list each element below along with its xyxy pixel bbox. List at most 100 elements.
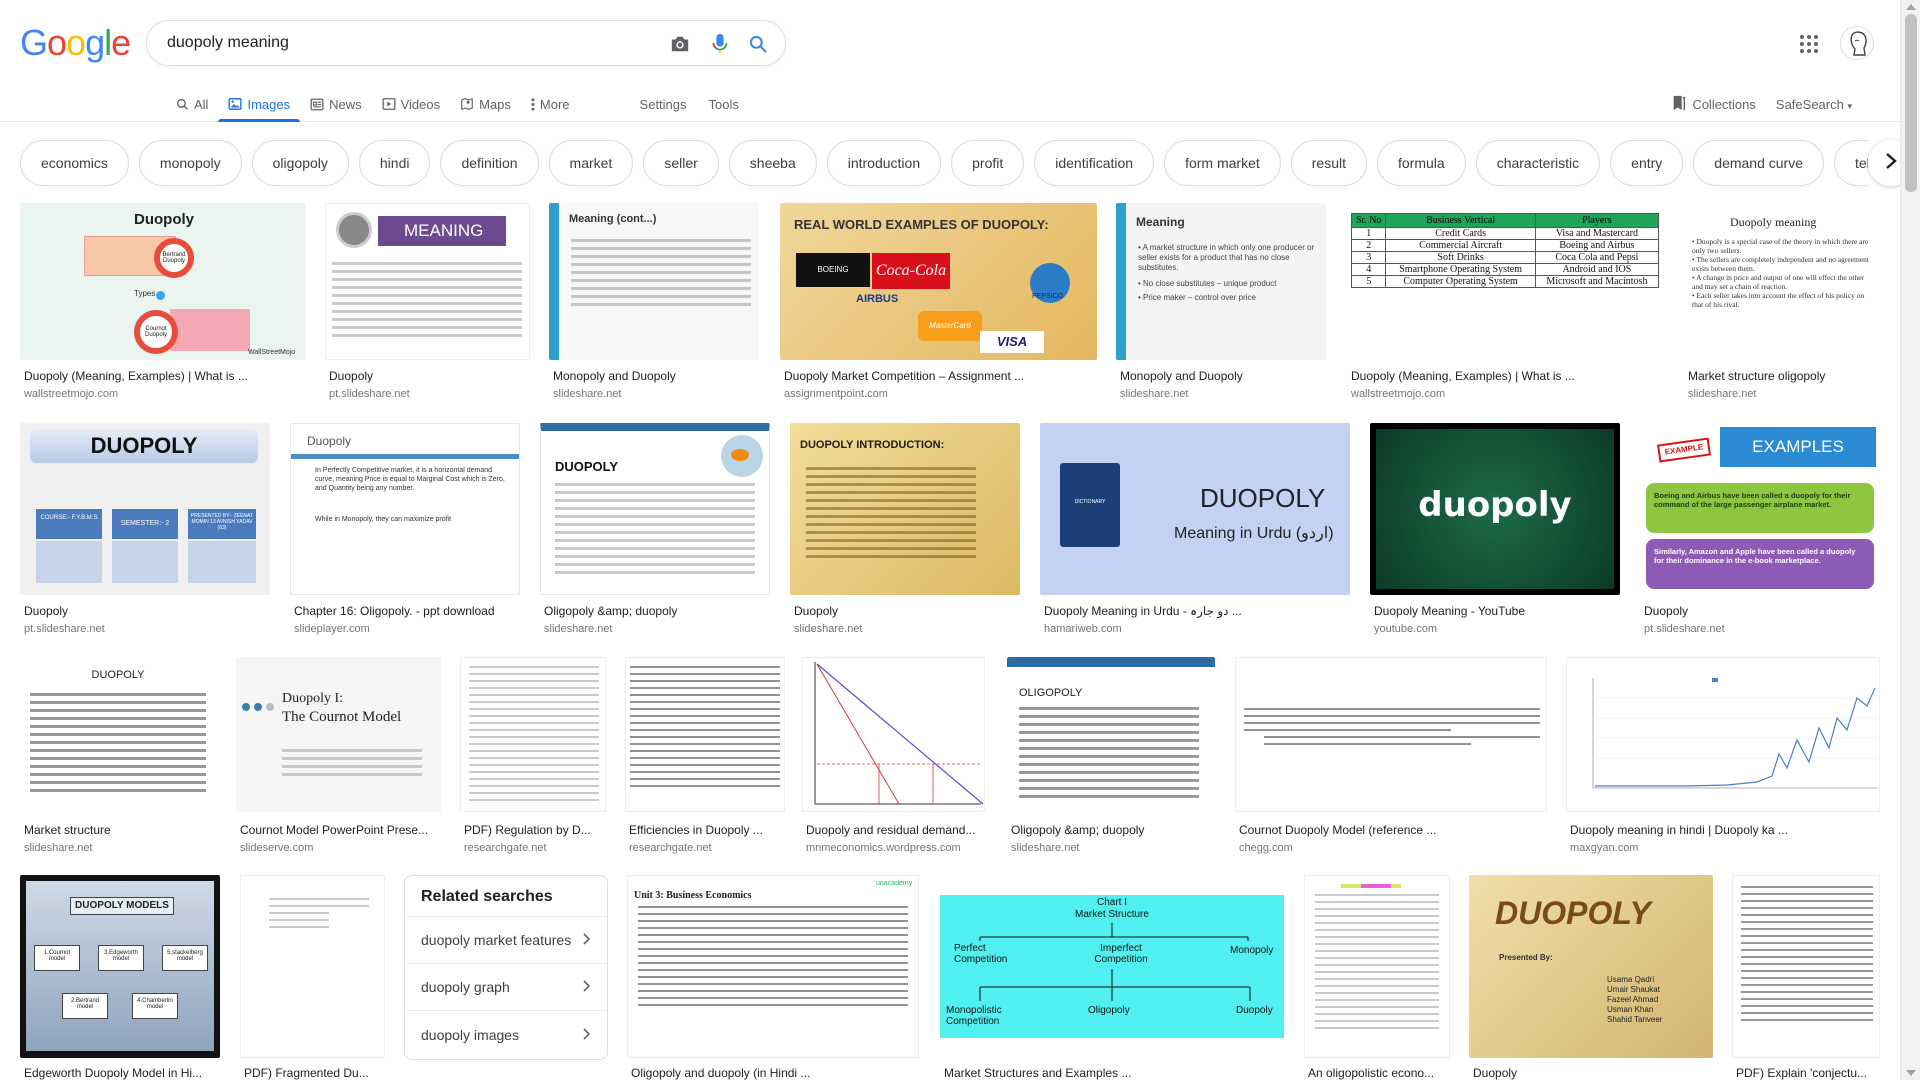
thumb-text: unacademy (876, 880, 913, 887)
tab-more[interactable]: More (521, 86, 580, 122)
tab-settings[interactable]: Settings (640, 86, 687, 122)
image-result[interactable]: Meaning (cont...) Monopoly and Duopoly s… (549, 203, 759, 403)
google-logo[interactable]: Google (20, 22, 131, 64)
thumb-text: Usman Khan (1607, 1005, 1654, 1014)
result-source: slideserve.com (240, 842, 314, 854)
tab-label: Maps (479, 96, 511, 112)
tab-tools[interactable]: Tools (709, 86, 739, 122)
image-result[interactable]: Cournot Duopoly Model (reference ... che… (1235, 657, 1547, 857)
chip[interactable]: hindi (358, 140, 431, 186)
chip[interactable]: characteristic (1475, 140, 1601, 186)
chip[interactable]: introduction (826, 140, 942, 186)
result-title: Duopoly (Meaning, Examples) | What is ..… (24, 369, 248, 383)
image-result[interactable]: EXAMPLES EXAMPLE Boeing and Airbus have … (1640, 423, 1880, 638)
image-result[interactable]: Meaning • A market structure in which on… (1116, 203, 1326, 403)
camera-icon[interactable] (669, 33, 691, 55)
image-result[interactable]: OLIGOPOLY Oligopoly &amp; duopoly slides… (1007, 657, 1215, 857)
chip[interactable]: monopoly (138, 140, 242, 186)
result-title: Market Structures and Examples ... (944, 1066, 1132, 1080)
thumb-text: 2.Bertrand model (62, 993, 108, 1019)
chip[interactable]: definition (440, 140, 539, 186)
chip[interactable]: economics (20, 140, 129, 186)
image-result[interactable]: Duopoly Bertrand Duopoly Types Cournot D… (20, 203, 306, 403)
image-result[interactable]: An oligopolistic econo... (1304, 875, 1450, 1080)
image-result[interactable]: DUOPOLY COURSE:- F.Y.B.M.S SEMESTER:- 2 … (20, 423, 270, 638)
chip[interactable]: identification (1034, 140, 1155, 186)
thumb-text: • A change in price and output of one wi… (1692, 273, 1865, 291)
image-result[interactable]: PDF) Explain 'conjectu... (1732, 875, 1880, 1080)
image-result[interactable]: DICTIONARY DUOPOLY Meaning in Urdu (اردو… (1040, 423, 1350, 638)
account-avatar[interactable] (1840, 26, 1874, 60)
chip[interactable]: sheeba (728, 140, 817, 186)
thumb-text: Business Vertical (1385, 213, 1536, 228)
image-result[interactable]: DUOPOLY Market structure slideshare.net (20, 657, 216, 857)
result-thumbnail (802, 657, 985, 812)
thumb-text: Umair Shaukat (1607, 985, 1660, 994)
image-result[interactable]: Duopoly meaning in hindi | Duopoly ka ..… (1566, 657, 1880, 857)
scrollbar-thumb[interactable] (1905, 14, 1917, 192)
tab-all[interactable]: All (166, 86, 218, 122)
thumb-text: VISA (980, 331, 1044, 353)
chip[interactable]: formula (1377, 140, 1466, 186)
image-result[interactable]: Unit 3: Business Economics unacademy Oli… (627, 875, 919, 1080)
image-result[interactable]: DUOPOLY MODELS 1.Cournot model 3.Edgewor… (20, 875, 220, 1080)
thumb-text: Coca Cola and Pepsi (1534, 251, 1660, 264)
thumb-names: Usama Qadri Umair Shaukat Fazeel Ahmad U… (1607, 975, 1662, 1025)
image-result[interactable]: Duopoly meaning • Duopoly is a special c… (1684, 203, 1880, 403)
thumb-dot (156, 291, 165, 300)
safesearch-dropdown[interactable]: SafeSearch ▾ (1776, 97, 1852, 112)
image-result[interactable]: Efficiencies in Duopoly ... researchgate… (625, 657, 785, 857)
thumb-text: 3 (1350, 251, 1387, 264)
scroll-down-arrow-icon[interactable] (1906, 1070, 1916, 1076)
chip[interactable]: demand curve (1693, 140, 1824, 186)
thumb-text: EXAMPLES (1720, 427, 1876, 467)
chip[interactable]: market (548, 140, 634, 186)
page-scrollbar[interactable] (1900, 0, 1920, 1080)
chip[interactable]: televisi (1834, 140, 1868, 186)
search-input[interactable] (167, 30, 627, 56)
chip[interactable]: form market (1164, 140, 1281, 186)
image-result[interactable]: DUOPOLY INTRODUCTION: Duopoly slideshare… (790, 423, 1020, 638)
result-source: pt.slideshare.net (1644, 623, 1725, 635)
apps-grid-icon[interactable] (1797, 32, 1821, 56)
image-result[interactable]: Chart I Market Structure Perfect Competi… (940, 875, 1284, 1080)
search-icon[interactable] (747, 33, 769, 55)
image-result[interactable]: REAL WORLD EXAMPLES OF DUOPOLY: BOEING C… (780, 203, 1097, 403)
chip[interactable]: entry (1610, 140, 1684, 186)
image-result[interactable]: Sr. No Business Vertical Players 1 Credit… (1347, 203, 1663, 403)
image-result[interactable]: MEANING Duopoly pt.slideshare.net (325, 203, 530, 403)
tab-label: Videos (400, 96, 441, 112)
tab-news[interactable]: News (300, 86, 372, 122)
thumb-text: In Perfectly Competitive market, it is a… (315, 467, 505, 492)
scroll-up-arrow-icon[interactable] (1906, 4, 1916, 10)
chip[interactable]: seller (643, 140, 719, 186)
image-result[interactable]: DUOPOLY Oligopoly &amp; duopoly slidesha… (540, 423, 770, 638)
chevron-right-icon (583, 1027, 591, 1043)
tab-maps[interactable]: Maps (450, 86, 521, 122)
related-search-item[interactable]: duopoly images (405, 1011, 607, 1058)
image-result[interactable]: Duopoly and residual demand... mnmeconom… (802, 657, 985, 857)
microphone-icon[interactable] (709, 33, 731, 55)
image-result[interactable]: Duopoly I: The Cournot Model Cournot Mod… (236, 657, 441, 857)
newspaper-icon (310, 98, 324, 111)
collections-button[interactable]: Collections (1672, 95, 1756, 114)
image-result[interactable]: PDF) Fragmented Du... (240, 875, 385, 1080)
thumb-lines (571, 239, 751, 311)
tab-videos[interactable]: Videos (372, 86, 451, 122)
thumb-lines (555, 483, 755, 579)
related-search-item[interactable]: duopoly market features (405, 917, 607, 964)
chip[interactable]: oligopoly (251, 140, 349, 186)
result-title: Monopoly and Duopoly (1120, 369, 1243, 383)
chip[interactable]: profit (951, 140, 1025, 186)
result-title: Duopoly (1644, 604, 1689, 618)
tab-images[interactable]: Images (218, 86, 300, 122)
image-result[interactable]: Duopoly In Perfectly Competitive market,… (290, 423, 520, 638)
image-result[interactable]: PDF) Regulation by D... researchgate.net (460, 657, 606, 857)
chip[interactable]: result (1290, 140, 1367, 186)
result-thumbnail: DICTIONARY DUOPOLY Meaning in Urdu (اردو… (1040, 423, 1350, 595)
related-search-item[interactable]: duopoly graph (405, 964, 607, 1011)
result-thumbnail: DUOPOLY (20, 657, 216, 812)
thumb-text: OLIGOPOLY (1019, 687, 1083, 699)
image-result[interactable]: duopoly Duopoly Meaning - YouTube youtub… (1370, 423, 1620, 638)
image-result[interactable]: DUOPOLY Presented By: Usama Qadri Umair … (1469, 875, 1713, 1080)
